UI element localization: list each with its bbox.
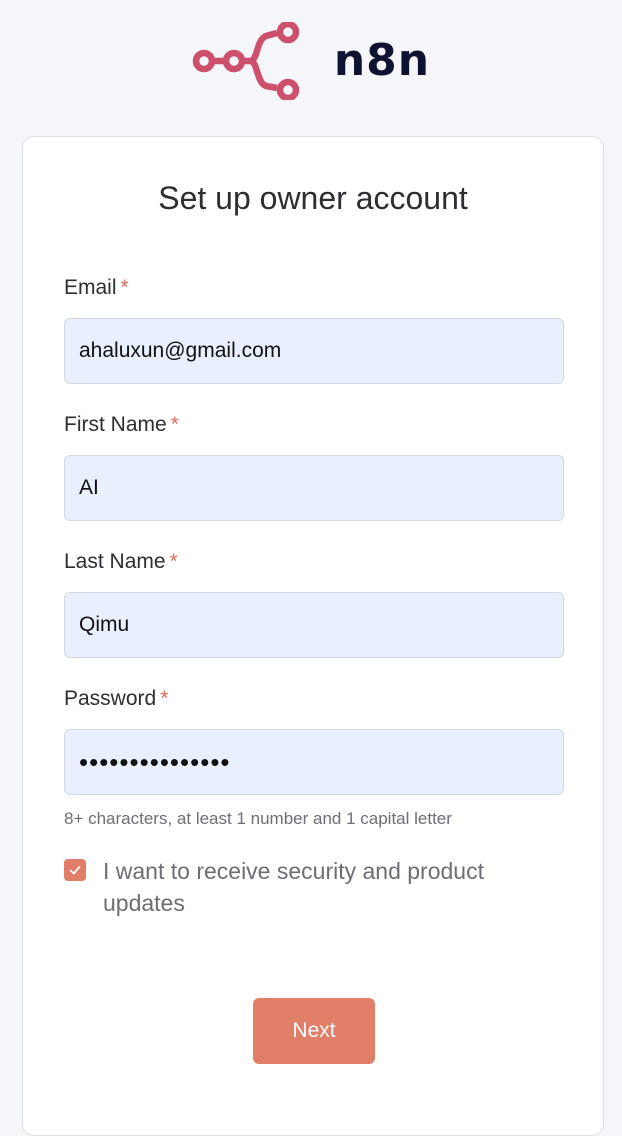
brand-name: n8n [333,35,431,86]
updates-checkbox-row[interactable]: I want to receive security and product u… [64,855,564,919]
required-marker: * [170,413,179,436]
first-name-field[interactable] [64,455,564,521]
first-name-label: First Name * [64,414,179,435]
required-marker: * [160,687,169,710]
email-label: Email * [64,277,129,298]
last-name-label: Last Name * [64,551,178,572]
last-name-field[interactable] [64,592,564,658]
page-title: Set up owner account [158,180,468,216]
password-hint: 8+ characters, at least 1 number and 1 c… [64,809,452,828]
email-label-text: Email [64,276,117,299]
password-label: Password * [64,688,168,709]
updates-checkbox[interactable] [64,859,86,881]
checkmark-icon [69,865,81,875]
n8n-logo-icon [192,22,320,100]
logo: n8n [0,22,622,100]
password-field[interactable] [64,729,564,795]
required-marker: * [169,550,178,573]
required-marker: * [120,276,129,299]
password-label-text: Password [64,687,157,710]
first-name-label-text: First Name [64,413,167,436]
email-field[interactable] [64,318,564,384]
last-name-label-text: Last Name [64,550,166,573]
updates-checkbox-label[interactable]: I want to receive security and product u… [103,855,564,919]
next-button[interactable]: Next [253,998,375,1064]
signup-card: Set up owner account Email* First Name* … [22,136,604,1136]
